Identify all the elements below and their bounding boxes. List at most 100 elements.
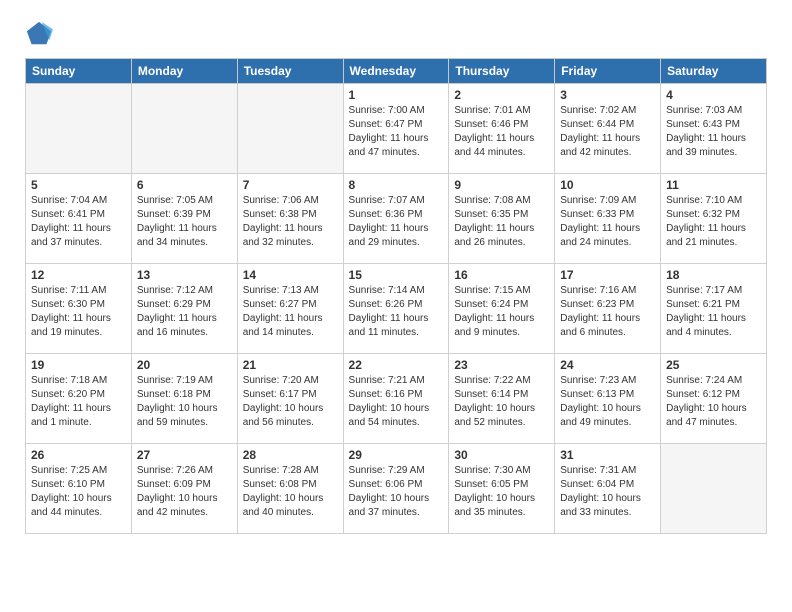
- calendar-cell: 3 Sunrise: 7:02 AMSunset: 6:44 PMDaylight…: [555, 84, 661, 174]
- day-number: 16: [454, 268, 549, 282]
- page-header: [10, 10, 782, 53]
- day-info: Sunrise: 7:11 AMSunset: 6:30 PMDaylight:…: [31, 284, 126, 340]
- day-info: Sunrise: 7:23 AMSunset: 6:13 PMDaylight:…: [560, 374, 655, 430]
- day-info: Sunrise: 7:12 AMSunset: 6:29 PMDaylight:…: [137, 284, 232, 340]
- day-info: Sunrise: 7:03 AMSunset: 6:43 PMDaylight:…: [666, 104, 761, 160]
- day-number: 3: [560, 88, 655, 102]
- day-number: 8: [349, 178, 444, 192]
- day-info: Sunrise: 7:07 AMSunset: 6:36 PMDaylight:…: [349, 194, 444, 250]
- calendar-cell: [237, 84, 343, 174]
- weekday-header-row: SundayMondayTuesdayWednesdayThursdayFrid…: [26, 59, 767, 84]
- week-row-4: 19 Sunrise: 7:18 AMSunset: 6:20 PMDayligh…: [26, 354, 767, 444]
- day-info: Sunrise: 7:30 AMSunset: 6:05 PMDaylight:…: [454, 464, 549, 520]
- day-info: Sunrise: 7:00 AMSunset: 6:47 PMDaylight:…: [349, 104, 444, 160]
- calendar-cell: 1Sunrise: 7:00 AMSunset: 6:47 PMDaylight…: [343, 84, 449, 174]
- week-row-2: 5Sunrise: 7:04 AMSunset: 6:41 PMDaylight…: [26, 174, 767, 264]
- day-info: Sunrise: 7:18 AMSunset: 6:20 PMDaylight:…: [31, 374, 126, 430]
- day-number: 4: [666, 88, 761, 102]
- calendar-cell: 26 Sunrise: 7:25 AMSunset: 6:10 PMDayligh…: [26, 444, 132, 534]
- day-number: 21: [243, 358, 338, 372]
- week-row-5: 26 Sunrise: 7:25 AMSunset: 6:10 PMDayligh…: [26, 444, 767, 534]
- day-number: 18: [666, 268, 761, 282]
- calendar-cell: 16 Sunrise: 7:15 AMSunset: 6:24 PMDayligh…: [449, 264, 555, 354]
- calendar-cell: [26, 84, 132, 174]
- day-number: 7: [243, 178, 338, 192]
- day-number: 10: [560, 178, 655, 192]
- day-number: 2: [454, 88, 549, 102]
- week-row-1: 1Sunrise: 7:00 AMSunset: 6:47 PMDaylight…: [26, 84, 767, 174]
- calendar-cell: 7Sunrise: 7:06 AMSunset: 6:38 PMDaylight…: [237, 174, 343, 264]
- day-number: 26: [31, 448, 126, 462]
- day-info: Sunrise: 7:24 AMSunset: 6:12 PMDaylight:…: [666, 374, 761, 430]
- day-number: 9: [454, 178, 549, 192]
- day-info: Sunrise: 7:08 AMSunset: 6:35 PMDaylight:…: [454, 194, 549, 250]
- day-number: 14: [243, 268, 338, 282]
- calendar-cell: 27 Sunrise: 7:26 AMSunset: 6:09 PMDayligh…: [131, 444, 237, 534]
- day-info: Sunrise: 7:28 AMSunset: 6:08 PMDaylight:…: [243, 464, 338, 520]
- day-info: Sunrise: 7:13 AMSunset: 6:27 PMDaylight:…: [243, 284, 338, 340]
- calendar-cell: 9 Sunrise: 7:08 AMSunset: 6:35 PMDaylight…: [449, 174, 555, 264]
- day-number: 13: [137, 268, 232, 282]
- calendar-cell: 31Sunrise: 7:31 AMSunset: 6:04 PMDayligh…: [555, 444, 661, 534]
- calendar-cell: 30Sunrise: 7:30 AMSunset: 6:05 PMDayligh…: [449, 444, 555, 534]
- day-info: Sunrise: 7:15 AMSunset: 6:24 PMDaylight:…: [454, 284, 549, 340]
- calendar-cell: [661, 444, 767, 534]
- calendar-cell: [131, 84, 237, 174]
- day-info: Sunrise: 7:26 AMSunset: 6:09 PMDaylight:…: [137, 464, 232, 520]
- day-info: Sunrise: 7:05 AMSunset: 6:39 PMDaylight:…: [137, 194, 232, 250]
- day-number: 15: [349, 268, 444, 282]
- day-info: Sunrise: 7:25 AMSunset: 6:10 PMDaylight:…: [31, 464, 126, 520]
- day-number: 22: [349, 358, 444, 372]
- calendar-cell: 20 Sunrise: 7:19 AMSunset: 6:18 PMDayligh…: [131, 354, 237, 444]
- day-number: 27: [137, 448, 232, 462]
- week-row-3: 12 Sunrise: 7:11 AMSunset: 6:30 PMDayligh…: [26, 264, 767, 354]
- day-info: Sunrise: 7:10 AMSunset: 6:32 PMDaylight:…: [666, 194, 761, 250]
- day-info: Sunrise: 7:29 AMSunset: 6:06 PMDaylight:…: [349, 464, 444, 520]
- day-number: 19: [31, 358, 126, 372]
- calendar-table: SundayMondayTuesdayWednesdayThursdayFrid…: [25, 58, 767, 534]
- weekday-header-saturday: Saturday: [661, 59, 767, 84]
- day-info: Sunrise: 7:17 AMSunset: 6:21 PMDaylight:…: [666, 284, 761, 340]
- calendar-cell: 5Sunrise: 7:04 AMSunset: 6:41 PMDaylight…: [26, 174, 132, 264]
- day-info: Sunrise: 7:14 AMSunset: 6:26 PMDaylight:…: [349, 284, 444, 340]
- calendar-cell: 23 Sunrise: 7:22 AMSunset: 6:14 PMDayligh…: [449, 354, 555, 444]
- logo: [25, 20, 57, 48]
- calendar-cell: 21 Sunrise: 7:20 AMSunset: 6:17 PMDayligh…: [237, 354, 343, 444]
- calendar-cell: 12 Sunrise: 7:11 AMSunset: 6:30 PMDayligh…: [26, 264, 132, 354]
- calendar-cell: 4 Sunrise: 7:03 AMSunset: 6:43 PMDaylight…: [661, 84, 767, 174]
- weekday-header-friday: Friday: [555, 59, 661, 84]
- day-number: 31: [560, 448, 655, 462]
- day-info: Sunrise: 7:04 AMSunset: 6:41 PMDaylight:…: [31, 194, 126, 250]
- day-info: Sunrise: 7:01 AMSunset: 6:46 PMDaylight:…: [454, 104, 549, 160]
- day-info: Sunrise: 7:19 AMSunset: 6:18 PMDaylight:…: [137, 374, 232, 430]
- calendar-cell: 19 Sunrise: 7:18 AMSunset: 6:20 PMDayligh…: [26, 354, 132, 444]
- weekday-header-monday: Monday: [131, 59, 237, 84]
- day-info: Sunrise: 7:16 AMSunset: 6:23 PMDaylight:…: [560, 284, 655, 340]
- weekday-header-sunday: Sunday: [26, 59, 132, 84]
- calendar-cell: 11Sunrise: 7:10 AMSunset: 6:32 PMDayligh…: [661, 174, 767, 264]
- weekday-header-thursday: Thursday: [449, 59, 555, 84]
- page-container: SundayMondayTuesdayWednesdayThursdayFrid…: [10, 10, 782, 534]
- calendar-cell: 2 Sunrise: 7:01 AMSunset: 6:46 PMDaylight…: [449, 84, 555, 174]
- day-info: Sunrise: 7:02 AMSunset: 6:44 PMDaylight:…: [560, 104, 655, 160]
- weekday-header-wednesday: Wednesday: [343, 59, 449, 84]
- calendar-cell: 22 Sunrise: 7:21 AMSunset: 6:16 PMDayligh…: [343, 354, 449, 444]
- calendar-cell: 28Sunrise: 7:28 AMSunset: 6:08 PMDayligh…: [237, 444, 343, 534]
- day-number: 25: [666, 358, 761, 372]
- day-number: 24: [560, 358, 655, 372]
- calendar-cell: 17 Sunrise: 7:16 AMSunset: 6:23 PMDayligh…: [555, 264, 661, 354]
- day-number: 17: [560, 268, 655, 282]
- calendar-cell: 15 Sunrise: 7:14 AMSunset: 6:26 PMDayligh…: [343, 264, 449, 354]
- calendar-cell: 10Sunrise: 7:09 AMSunset: 6:33 PMDayligh…: [555, 174, 661, 264]
- calendar-cell: 13 Sunrise: 7:12 AMSunset: 6:29 PMDayligh…: [131, 264, 237, 354]
- calendar-cell: 8 Sunrise: 7:07 AMSunset: 6:36 PMDaylight…: [343, 174, 449, 264]
- day-number: 20: [137, 358, 232, 372]
- calendar-cell: 25 Sunrise: 7:24 AMSunset: 6:12 PMDayligh…: [661, 354, 767, 444]
- day-number: 6: [137, 178, 232, 192]
- day-number: 23: [454, 358, 549, 372]
- day-info: Sunrise: 7:22 AMSunset: 6:14 PMDaylight:…: [454, 374, 549, 430]
- day-info: Sunrise: 7:20 AMSunset: 6:17 PMDaylight:…: [243, 374, 338, 430]
- day-number: 12: [31, 268, 126, 282]
- day-info: Sunrise: 7:21 AMSunset: 6:16 PMDaylight:…: [349, 374, 444, 430]
- calendar-cell: 24 Sunrise: 7:23 AMSunset: 6:13 PMDayligh…: [555, 354, 661, 444]
